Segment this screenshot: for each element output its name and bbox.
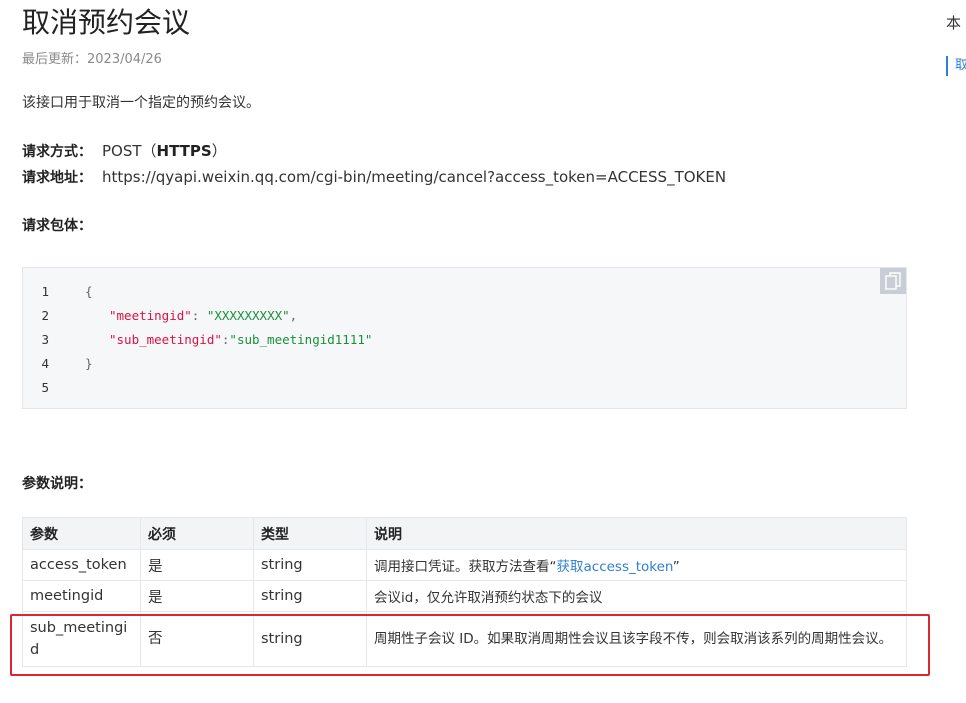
- param-type: string: [253, 549, 367, 581]
- access-token-link[interactable]: 获取access_token: [557, 559, 673, 575]
- toc-heading: 本: [946, 14, 962, 32]
- code-sep: :: [191, 308, 207, 323]
- code-brace: {: [85, 284, 93, 299]
- line-number: 2: [41, 308, 49, 323]
- request-body-label: 请求包体：: [22, 218, 92, 234]
- code-key: "meetingid": [109, 308, 192, 323]
- header-desc: 说明: [366, 517, 907, 550]
- code-line: 1{: [23, 280, 93, 304]
- toc-link[interactable]: 取: [946, 56, 966, 76]
- header-type: 类型: [253, 517, 367, 550]
- desc-text-end: ”: [672, 559, 680, 575]
- desc-text: 调用接口凭证。获取方法查看“: [374, 559, 557, 575]
- request-method-label: 请求方式：: [22, 144, 92, 160]
- copy-button[interactable]: [880, 268, 906, 294]
- method-text: POST（: [102, 142, 157, 160]
- request-url-value: https://qyapi.weixin.qq.com/cgi-bin/meet…: [102, 168, 727, 186]
- copy-icon: [885, 272, 901, 290]
- code-line: 4}: [23, 352, 93, 376]
- page-title: 取消预约会议: [22, 6, 191, 39]
- param-name: meetingid: [22, 580, 141, 612]
- code-text: }: [85, 352, 93, 376]
- code-text: {: [85, 280, 93, 304]
- request-method-row: 请求方式： POST（HTTPS）: [22, 140, 227, 161]
- code-value: "sub_meetingid1111": [229, 332, 373, 347]
- code-line: 2 "meetingid": "XXXXXXXXX",: [23, 304, 297, 328]
- code-brace: }: [85, 356, 93, 371]
- table-row: access_token 是 string 调用接口凭证。获取方法查看“获取ac…: [22, 549, 907, 581]
- request-url-row: 请求地址： https://qyapi.weixin.qq.com/cgi-bin…: [22, 167, 726, 187]
- code-text: "meetingid": "XXXXXXXXX",: [109, 304, 297, 328]
- last-updated: 最后更新：2023/04/26: [22, 52, 162, 67]
- param-desc: 调用接口凭证。获取方法查看“获取access_token”: [366, 549, 907, 581]
- param-type: string: [253, 580, 367, 612]
- method-close: ）: [211, 142, 227, 160]
- code-block: 1{ 2 "meetingid": "XXXXXXXXX", 3 "sub_meet…: [22, 267, 907, 409]
- code-key: "sub_meetingid": [109, 332, 222, 347]
- header-param: 参数: [22, 517, 141, 550]
- param-name: access_token: [22, 549, 141, 581]
- request-url-label: 请求地址：: [22, 170, 92, 186]
- code-line: 5: [23, 376, 85, 400]
- code-line: 3 "sub_meetingid":"sub_meetingid1111": [23, 328, 372, 352]
- param-desc: 会议id，仅允许取消预约状态下的会议: [366, 580, 907, 612]
- code-value: "XXXXXXXXX": [206, 308, 290, 323]
- line-number: 4: [41, 356, 49, 371]
- intro-text: 该接口用于取消一个指定的预约会议。: [22, 95, 260, 111]
- line-number: 1: [41, 284, 49, 299]
- method-protocol: HTTPS: [156, 142, 212, 160]
- highlight-box: [10, 614, 930, 676]
- table-row: meetingid 是 string 会议id，仅允许取消预约状态下的会议: [22, 580, 907, 612]
- param-required: 是: [140, 549, 254, 581]
- line-number: 3: [41, 332, 49, 347]
- table-header-row: 参数 必须 类型 说明: [22, 517, 907, 550]
- header-required: 必须: [140, 517, 254, 550]
- code-tail: ,: [289, 308, 298, 323]
- code-text: "sub_meetingid":"sub_meetingid1111": [109, 328, 372, 352]
- request-method-value: POST（HTTPS）: [102, 142, 227, 160]
- line-number: 5: [41, 380, 49, 395]
- param-required: 是: [140, 580, 254, 612]
- params-label: 参数说明：: [22, 476, 92, 492]
